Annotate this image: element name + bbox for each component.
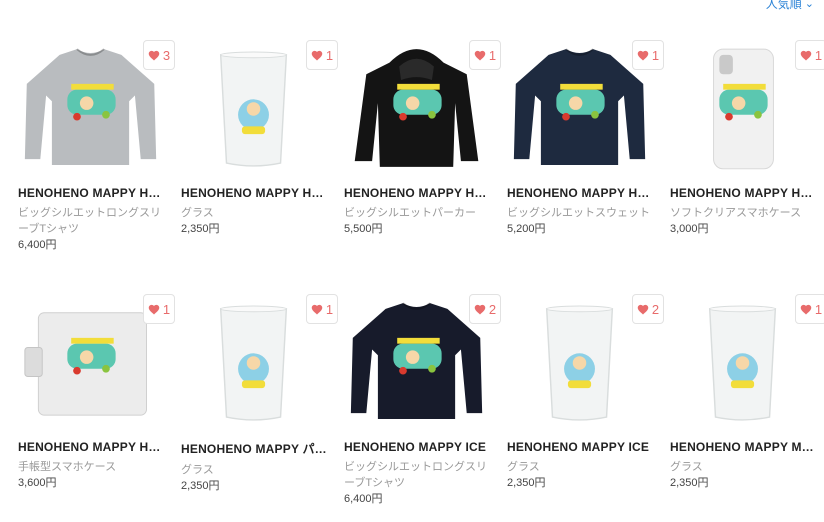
product-price: 3,600円 (18, 477, 57, 489)
product-name[interactable]: HENOHENO MAPPY Ha… (18, 186, 166, 200)
like-button[interactable]: 2 (632, 294, 664, 324)
like-button[interactable]: 1 (469, 40, 501, 70)
product-price: 2,350円 (181, 223, 220, 235)
like-button[interactable]: 1 (143, 294, 175, 324)
product-image[interactable]: 2 (344, 294, 501, 429)
print-design (237, 98, 269, 134)
like-count: 2 (651, 301, 660, 317)
product-image[interactable]: 1 (344, 40, 501, 175)
like-count: 1 (814, 47, 823, 63)
product-price: 5,500円 (344, 223, 383, 235)
product-type: グラス (181, 207, 214, 219)
product-name[interactable]: HENOHENO MAPPY Ha… (344, 186, 492, 200)
product-card[interactable]: 1 HENOHENO MAPPY Ha… ソフトクリアスマホケース 3,000円 (670, 40, 824, 237)
product-type: ソフトクリアスマホケース (670, 207, 802, 219)
product-type: ビッグシルエットロングスリーブTシャツ (344, 461, 487, 489)
like-count: 1 (325, 47, 334, 63)
like-count: 1 (325, 301, 334, 317)
product-image[interactable]: 1 (181, 40, 338, 175)
sort-label: 人気順 (765, 0, 802, 11)
product-price: 3,000円 (670, 223, 709, 235)
product-card[interactable]: 1 HENOHENO MAPPY Ha… ビッグシルエットパーカー 5,500円 (344, 40, 501, 237)
product-card[interactable]: 1 HENOHENO MAPPY Ha… グラス 2,350円 (181, 40, 338, 237)
sort-dropdown[interactable]: 人気順 ⌄ (766, 0, 814, 12)
like-button[interactable]: 1 (306, 40, 338, 70)
like-button[interactable]: 2 (469, 294, 501, 324)
like-button[interactable]: 1 (306, 294, 338, 324)
heart-icon (311, 50, 323, 60)
print-design (237, 352, 269, 388)
product-name[interactable]: HENOHENO MAPPY ICE (344, 440, 492, 454)
product-name[interactable]: HENOHENO MAPPY Ha… (18, 440, 166, 454)
like-button[interactable]: 1 (795, 40, 824, 70)
product-name[interactable]: HENOHENO MAPPY ICE (507, 440, 655, 454)
product-name[interactable]: HENOHENO MAPPY パ… (181, 440, 329, 457)
heart-icon (800, 304, 812, 314)
heart-icon (148, 50, 160, 60)
chevron-down-icon: ⌄ (804, 0, 814, 10)
product-card[interactable]: 1 HENOHENO MAPPY Ha… ビッグシルエットスウェット 5,200… (507, 40, 664, 237)
product-image[interactable]: 2 (507, 294, 664, 429)
product-type: ビッグシルエットスウェット (507, 207, 650, 219)
like-button[interactable]: 1 (795, 294, 824, 324)
like-count: 1 (488, 47, 497, 63)
product-type: ビッグシルエットロングスリーブTシャツ (18, 207, 161, 235)
product-card[interactable]: 2 HENOHENO MAPPY ICE グラス 2,350円 (507, 294, 664, 491)
product-price: 5,200円 (507, 223, 546, 235)
product-name[interactable]: HENOHENO MAPPY Ha… (181, 186, 329, 200)
product-image[interactable]: 1 (507, 40, 664, 175)
heart-icon (311, 304, 323, 314)
like-button[interactable]: 1 (632, 40, 664, 70)
product-image[interactable]: 1 (670, 40, 824, 175)
heart-icon (474, 304, 486, 314)
product-name[interactable]: HENOHENO MAPPY Ha… (507, 186, 655, 200)
like-count: 1 (651, 47, 660, 63)
product-price: 6,400円 (344, 493, 383, 505)
product-image[interactable]: 3 (18, 40, 175, 175)
like-button[interactable]: 3 (143, 40, 175, 70)
print-design (563, 352, 595, 388)
product-price: 2,350円 (507, 477, 546, 489)
product-image[interactable]: 1 (18, 294, 175, 429)
product-image[interactable]: 1 (181, 294, 338, 429)
product-card[interactable]: 1 HENOHENO MAPPY Ha… 手帳型スマホケース 3,600円 (18, 294, 175, 491)
product-price: 2,350円 (670, 477, 709, 489)
product-type: グラス (181, 464, 214, 476)
product-card[interactable]: 1 HENOHENO MAPPY MA… グラス 2,350円 (670, 294, 824, 491)
product-type: 手帳型スマホケース (18, 461, 117, 473)
heart-icon (637, 304, 649, 314)
product-price: 2,350円 (181, 480, 220, 492)
like-count: 2 (488, 301, 497, 317)
heart-icon (474, 50, 486, 60)
product-type: ビッグシルエットパーカー (344, 207, 476, 219)
product-type: グラス (507, 461, 540, 473)
product-price: 6,400円 (18, 239, 57, 251)
product-card[interactable]: 1 HENOHENO MAPPY パ… グラス 2,350円 (181, 294, 338, 494)
product-name[interactable]: HENOHENO MAPPY MA… (670, 440, 818, 454)
heart-icon (148, 304, 160, 314)
product-card[interactable]: 2 HENOHENO MAPPY ICE ビッグシルエットロングスリーブTシャツ… (344, 294, 501, 507)
like-count: 1 (814, 301, 823, 317)
like-count: 3 (162, 47, 171, 63)
product-type: グラス (670, 461, 703, 473)
product-card[interactable]: 3 HENOHENO MAPPY Ha… ビッグシルエットロングスリーブTシャツ… (18, 40, 175, 253)
like-count: 1 (162, 301, 171, 317)
heart-icon (800, 50, 812, 60)
product-image[interactable]: 1 (670, 294, 824, 429)
print-design (726, 352, 758, 388)
product-name[interactable]: HENOHENO MAPPY Ha… (670, 186, 818, 200)
heart-icon (637, 50, 649, 60)
